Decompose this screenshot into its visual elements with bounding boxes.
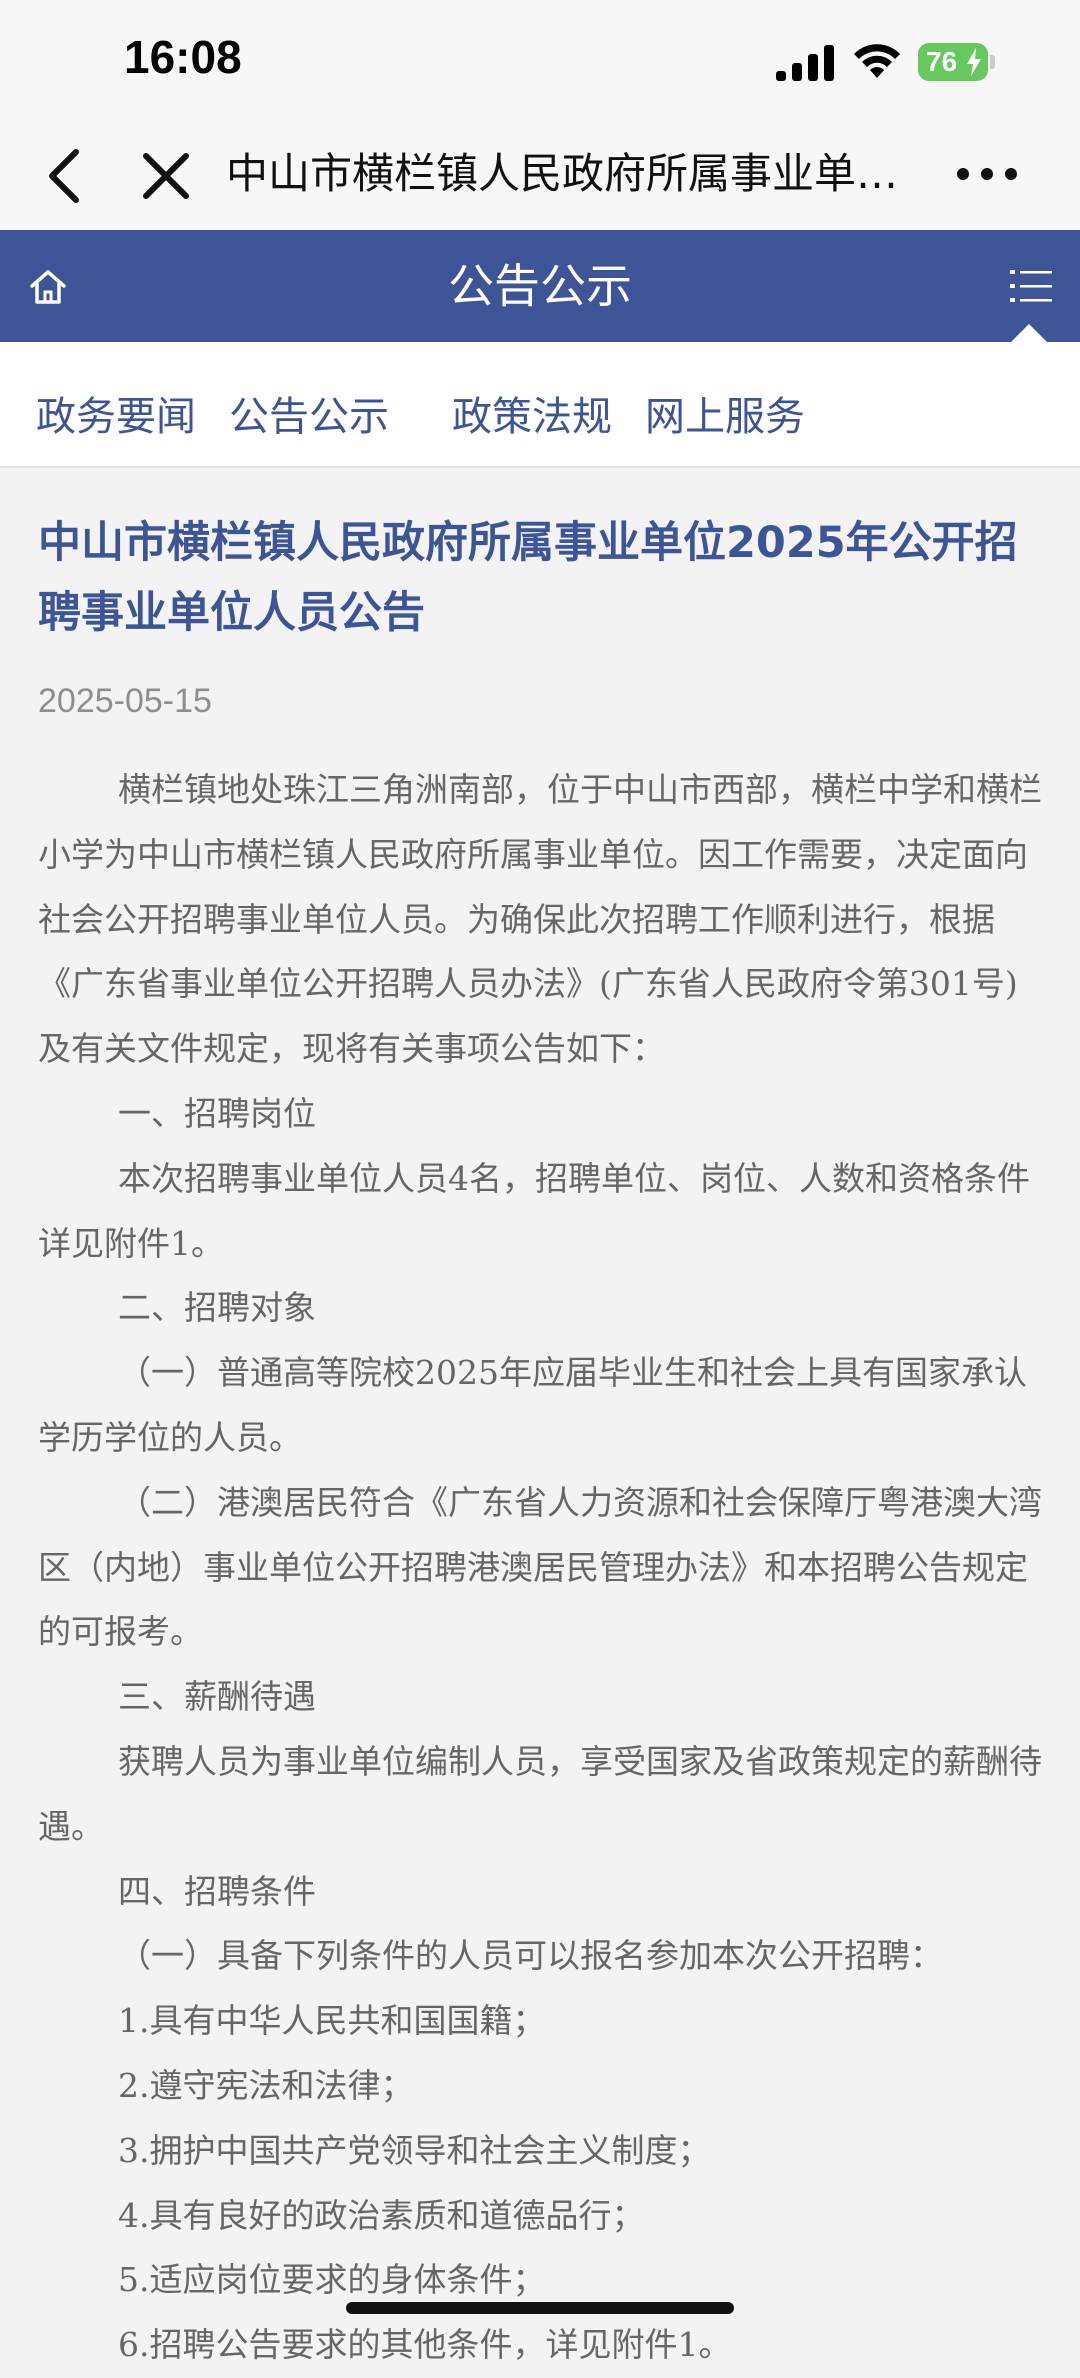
menu-caret (1011, 324, 1047, 342)
status-bar: 16:08 76 (0, 0, 1080, 120)
section-heading: 二、招聘对象 (118, 1288, 316, 1328)
list-item: 3.拥护中国共产党领导和社会主义制度； (118, 2130, 711, 2170)
article-title: 中山市横栏镇人民政府所属事业单位2025年公开招聘事业单位人员公告 (38, 518, 1018, 638)
site-header: 公告公示 (0, 230, 1080, 342)
battery-level: 76 (926, 46, 958, 77)
home-indicator[interactable] (346, 2302, 734, 2314)
page-title: 中山市横栏镇人民政府所属事业单… (226, 149, 899, 198)
list-item: 6.招聘公告要求的其他条件，详见附件1。 (118, 2325, 732, 2365)
battery-cap (990, 55, 995, 69)
wifi-icon (854, 44, 900, 78)
list-item: 2.遵守宪法和法律； (118, 2065, 414, 2105)
category-nav: 政务要闻 公告公示 政策法规 网上服务 (0, 342, 1080, 468)
nav-item-announcements[interactable]: 公告公示 (229, 342, 389, 466)
section-heading: 一、招聘岗位 (118, 1093, 316, 1133)
menu-list-icon[interactable] (1010, 266, 1052, 306)
charging-bolt-icon (967, 48, 981, 76)
back-arrow-icon[interactable] (40, 146, 90, 206)
nav-item-policies[interactable]: 政策法规 (452, 342, 612, 466)
article-paragraph: 获聘人员为事业单位编制人员，享受国家及省政策规定的薪酬待遇。 (38, 1741, 1042, 1846)
home-icon[interactable] (28, 268, 68, 306)
section-heading: 三、薪酬待遇 (118, 1677, 316, 1717)
section-heading: 四、招聘条件 (118, 1871, 316, 1911)
site-header-title: 公告公示 (448, 259, 632, 313)
list-item: 4.具有良好的政治素质和道德品行； (118, 2195, 645, 2235)
close-icon[interactable] (140, 150, 192, 202)
nav-item-online-services[interactable]: 网上服务 (645, 342, 805, 466)
more-options-icon[interactable] (956, 162, 1018, 186)
list-item: 1.具有中华人民共和国国籍； (118, 2001, 546, 2041)
article-paragraph: 本次招聘事业单位人员4名，招聘单位、岗位、人数和资格条件详见附件1。 (38, 1158, 1030, 1263)
article-body: 横栏镇地处珠江三角洲南部，位于中山市西部，横栏中学和横栏小学为中山市横栏镇人民政… (38, 758, 1048, 2378)
article-paragraph: 横栏镇地处珠江三角洲南部，位于中山市西部，横栏中学和横栏小学为中山市横栏镇人民政… (38, 770, 1042, 1069)
battery-indicator: 76 (918, 43, 988, 81)
cellular-signal-icon (776, 45, 834, 81)
article-date: 2025-05-15 (38, 682, 212, 720)
status-time: 16:08 (124, 31, 242, 83)
article-paragraph: （一）具备下列条件的人员可以报名参加本次公开招聘： (118, 1936, 943, 1976)
nav-item-news[interactable]: 政务要闻 (36, 342, 196, 466)
article-paragraph: （一）普通高等院校2025年应届毕业生和社会上具有国家承认学历学位的人员。 (38, 1353, 1027, 1457)
browser-title-bar: 中山市横栏镇人民政府所属事业单… (0, 120, 1080, 230)
article-paragraph: （二）港澳居民符合《广东省人力资源和社会保障厅粤港澳大湾区（内地）事业单位公开招… (38, 1482, 1042, 1652)
